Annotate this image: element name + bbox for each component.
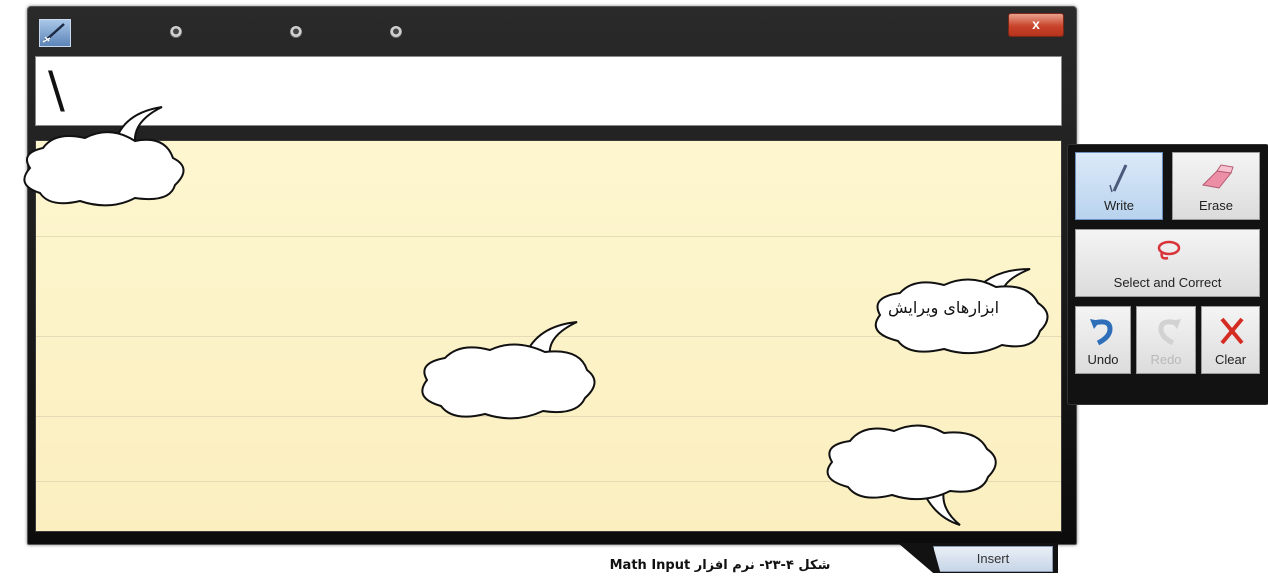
- pen-icon: [1076, 161, 1162, 193]
- clear-x-icon: [1202, 315, 1259, 347]
- pad-rule-line: [36, 236, 1061, 237]
- lasso-icon: [1076, 238, 1259, 270]
- undo-button[interactable]: Undo: [1075, 306, 1131, 374]
- undo-icon: [1076, 315, 1130, 347]
- close-button[interactable]: x: [1008, 13, 1064, 37]
- select-and-correct-label: Select and Correct: [1113, 275, 1222, 290]
- clear-button[interactable]: Clear: [1201, 306, 1260, 374]
- figure-caption: شکل ۴-۲۳- نرم افزار Math Input: [609, 558, 831, 573]
- title-bar-indicator-icon: [390, 26, 402, 38]
- callout-cloud-edit-tools: [874, 268, 1049, 355]
- title-bar-indicator-icon: [290, 26, 302, 38]
- title-bar: x: [28, 7, 1076, 53]
- write-button[interactable]: Write: [1075, 152, 1163, 220]
- insert-button[interactable]: Insert: [933, 546, 1053, 572]
- erase-label: Erase: [1199, 198, 1233, 213]
- redo-button[interactable]: Redo: [1136, 306, 1196, 374]
- callout-cloud: [421, 321, 596, 420]
- write-label: Write: [1103, 198, 1135, 213]
- redo-label: Redo: [1150, 352, 1182, 367]
- edit-tools-callout-label: ابزارهای ویرایش: [888, 298, 1000, 317]
- eraser-icon: [1173, 161, 1259, 193]
- redo-icon: [1137, 315, 1195, 347]
- callout-cloud: [826, 424, 997, 526]
- title-bar-indicator-icon: [170, 26, 182, 38]
- callout-cloud: [23, 106, 185, 207]
- select-and-correct-button[interactable]: Select and Correct: [1075, 229, 1260, 297]
- clear-label: Clear: [1214, 352, 1247, 367]
- erase-button[interactable]: Erase: [1172, 152, 1260, 220]
- math-input-app-icon: [39, 19, 71, 47]
- undo-label: Undo: [1087, 352, 1119, 367]
- edit-toolbar: Write Erase Select and Correct Undo Redo…: [1067, 144, 1268, 405]
